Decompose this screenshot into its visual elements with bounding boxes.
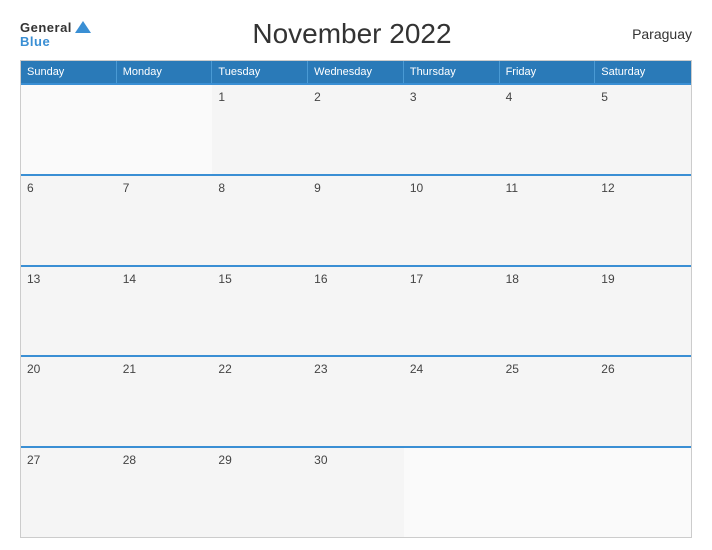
day-cell bbox=[595, 448, 691, 537]
week-row-5: 27 28 29 30 bbox=[21, 446, 691, 537]
day-number: 23 bbox=[314, 362, 327, 376]
day-number: 24 bbox=[410, 362, 423, 376]
day-number: 19 bbox=[601, 272, 614, 286]
logo-general-text: General bbox=[20, 21, 72, 34]
day-number: 9 bbox=[314, 181, 321, 195]
day-cell: 5 bbox=[595, 85, 691, 174]
day-cell: 25 bbox=[500, 357, 596, 446]
calendar-title: November 2022 bbox=[92, 18, 612, 50]
day-number: 13 bbox=[27, 272, 40, 286]
day-number: 15 bbox=[218, 272, 231, 286]
day-cell: 14 bbox=[117, 267, 213, 356]
day-cell: 30 bbox=[308, 448, 404, 537]
day-number: 21 bbox=[123, 362, 136, 376]
calendar-page: General Blue November 2022 Paraguay Sund… bbox=[0, 0, 712, 550]
day-cell bbox=[404, 448, 500, 537]
day-number: 8 bbox=[218, 181, 225, 195]
country-label: Paraguay bbox=[612, 26, 692, 42]
day-number: 25 bbox=[506, 362, 519, 376]
weeks-container: 1234567891011121314151617181920212223242… bbox=[21, 83, 691, 537]
day-cell: 11 bbox=[500, 176, 596, 265]
day-cell: 6 bbox=[21, 176, 117, 265]
day-number: 11 bbox=[506, 181, 518, 195]
day-cell: 16 bbox=[308, 267, 404, 356]
day-cell bbox=[21, 85, 117, 174]
day-cell: 10 bbox=[404, 176, 500, 265]
day-number: 17 bbox=[410, 272, 423, 286]
day-cell: 2 bbox=[308, 85, 404, 174]
day-cell: 17 bbox=[404, 267, 500, 356]
day-number: 5 bbox=[601, 90, 608, 104]
day-header-friday: Friday bbox=[500, 61, 596, 83]
day-cell: 18 bbox=[500, 267, 596, 356]
day-cell: 7 bbox=[117, 176, 213, 265]
day-cell: 4 bbox=[500, 85, 596, 174]
day-number: 22 bbox=[218, 362, 231, 376]
logo: General Blue bbox=[20, 21, 92, 48]
header: General Blue November 2022 Paraguay bbox=[20, 18, 692, 50]
day-number: 30 bbox=[314, 453, 327, 467]
day-number: 18 bbox=[506, 272, 519, 286]
day-cell bbox=[117, 85, 213, 174]
day-headers-row: SundayMondayTuesdayWednesdayThursdayFrid… bbox=[21, 61, 691, 83]
day-cell: 27 bbox=[21, 448, 117, 537]
day-cell: 19 bbox=[595, 267, 691, 356]
day-cell: 21 bbox=[117, 357, 213, 446]
day-cell: 8 bbox=[212, 176, 308, 265]
day-cell: 22 bbox=[212, 357, 308, 446]
day-number: 10 bbox=[410, 181, 423, 195]
day-number: 12 bbox=[601, 181, 614, 195]
day-number: 27 bbox=[27, 453, 40, 467]
day-number: 26 bbox=[601, 362, 614, 376]
day-cell: 20 bbox=[21, 357, 117, 446]
day-number: 20 bbox=[27, 362, 40, 376]
day-header-sunday: Sunday bbox=[21, 61, 117, 83]
day-cell: 23 bbox=[308, 357, 404, 446]
day-number: 6 bbox=[27, 181, 34, 195]
day-cell: 1 bbox=[212, 85, 308, 174]
day-header-thursday: Thursday bbox=[404, 61, 500, 83]
logo-flag-icon bbox=[74, 20, 92, 34]
day-number: 29 bbox=[218, 453, 231, 467]
day-cell: 29 bbox=[212, 448, 308, 537]
week-row-2: 6 7 8 9 10 11 12 bbox=[21, 174, 691, 265]
day-number: 14 bbox=[123, 272, 136, 286]
week-row-1: 1 2 3 4 5 bbox=[21, 83, 691, 174]
day-number: 16 bbox=[314, 272, 327, 286]
day-number: 3 bbox=[410, 90, 417, 104]
day-cell: 26 bbox=[595, 357, 691, 446]
calendar-grid: SundayMondayTuesdayWednesdayThursdayFrid… bbox=[20, 60, 692, 538]
day-cell: 15 bbox=[212, 267, 308, 356]
day-cell: 9 bbox=[308, 176, 404, 265]
logo-blue-text: Blue bbox=[20, 35, 92, 48]
day-cell: 12 bbox=[595, 176, 691, 265]
day-cell: 3 bbox=[404, 85, 500, 174]
day-header-monday: Monday bbox=[117, 61, 213, 83]
day-header-saturday: Saturday bbox=[595, 61, 691, 83]
day-cell: 24 bbox=[404, 357, 500, 446]
day-cell: 13 bbox=[21, 267, 117, 356]
day-cell bbox=[500, 448, 596, 537]
week-row-3: 13 14 15 16 17 18 19 bbox=[21, 265, 691, 356]
day-number: 4 bbox=[506, 90, 513, 104]
day-header-tuesday: Tuesday bbox=[212, 61, 308, 83]
day-number: 28 bbox=[123, 453, 136, 467]
week-row-4: 20 21 22 23 24 25 26 bbox=[21, 355, 691, 446]
day-number: 1 bbox=[218, 90, 225, 104]
day-number: 7 bbox=[123, 181, 130, 195]
day-number: 2 bbox=[314, 90, 321, 104]
day-header-wednesday: Wednesday bbox=[308, 61, 404, 83]
day-cell: 28 bbox=[117, 448, 213, 537]
